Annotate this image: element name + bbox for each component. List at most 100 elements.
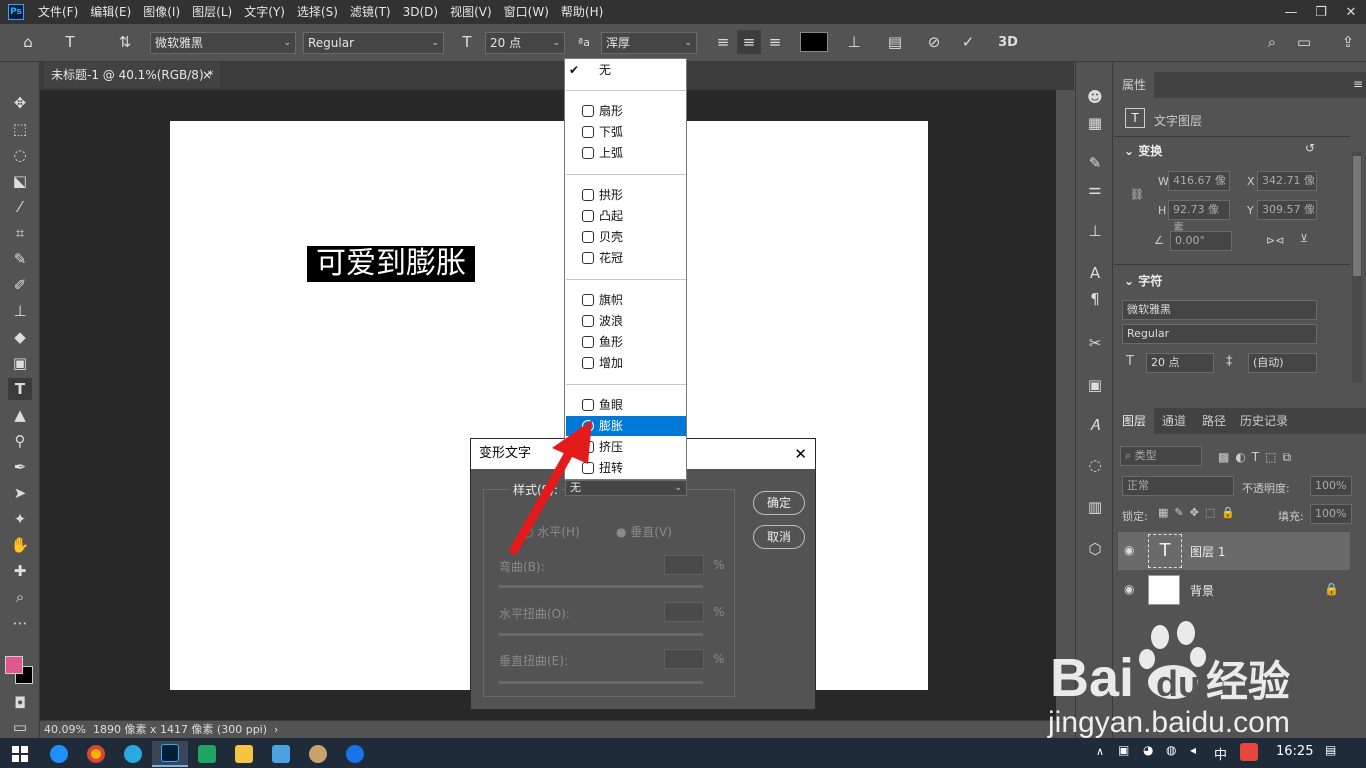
character-panel-icon[interactable]: ▤	[883, 30, 907, 54]
object-select-tool-icon[interactable]: ⬕	[8, 170, 32, 192]
dialog-close-icon[interactable]: ✕	[794, 439, 807, 469]
close-tab-icon[interactable]: ×	[202, 62, 212, 88]
wps-icon[interactable]	[189, 741, 225, 767]
leading-field[interactable]: (自动)	[1248, 353, 1317, 373]
type-tool-icon[interactable]: T	[8, 378, 32, 400]
v-distort-field[interactable]	[664, 649, 704, 669]
x-field[interactable]: 342.71 像	[1257, 171, 1317, 191]
screen-mode-icon[interactable]: ▭	[8, 716, 32, 738]
menu-help[interactable]: 帮助(H)	[555, 0, 609, 24]
marquee-tool-icon[interactable]: ⬚	[8, 118, 32, 140]
blur-tool-icon[interactable]: ⚲	[8, 430, 32, 452]
menu-layer[interactable]: 图层(L)	[186, 0, 238, 24]
align-center-icon[interactable]: ≡	[737, 30, 761, 54]
crop-tool-icon[interactable]: ⌗	[8, 222, 32, 244]
navigator-icon[interactable]: ▣	[1083, 374, 1107, 396]
3d-icon[interactable]: 3D	[996, 30, 1020, 54]
paragraph-icon[interactable]: ¶	[1083, 288, 1107, 310]
style-option-arc-upper[interactable]: 上弧	[566, 143, 686, 163]
stamp-tool-icon[interactable]: ⊥	[8, 300, 32, 322]
style-option-arc-lower[interactable]: 下弧	[566, 122, 686, 142]
menu-view[interactable]: 视图(V)	[444, 0, 498, 24]
ime-indicator[interactable]: 中	[1214, 744, 1227, 763]
tab-channels[interactable]: 通道	[1154, 408, 1194, 434]
ie-icon[interactable]	[41, 741, 77, 767]
style-option-flag[interactable]: 旗帜	[566, 290, 686, 310]
char-size-field[interactable]: 20 点	[1146, 353, 1214, 373]
path-select-tool-icon[interactable]: ➤	[8, 482, 32, 504]
panel-menu-icon[interactable]: ≡	[1346, 72, 1366, 96]
style-option-bulge[interactable]: 凸起	[566, 206, 686, 226]
windows-start-icon[interactable]	[2, 741, 38, 767]
menu-file[interactable]: 文件(F)	[32, 0, 84, 24]
blend-mode-select[interactable]: 正常	[1122, 476, 1234, 496]
angle-field[interactable]: 0.00°	[1170, 231, 1232, 251]
menu-window[interactable]: 窗口(W)	[498, 0, 555, 24]
layer-row-background[interactable]: ◉ 背景 🔒	[1118, 572, 1350, 608]
network-icon[interactable]: ◍	[1166, 743, 1176, 757]
cancel-button[interactable]: 取消	[753, 525, 805, 549]
bend-field[interactable]	[664, 555, 704, 575]
opacity-field[interactable]: 100%	[1310, 476, 1352, 496]
visibility-eye-icon[interactable]: ◉	[1124, 582, 1134, 596]
libraries-icon[interactable]: ▦	[1083, 112, 1107, 134]
brush-tool-icon[interactable]: ✐	[8, 274, 32, 296]
char-font-family[interactable]: 微软雅黑	[1122, 300, 1317, 320]
adjustments-icon[interactable]: ⚌	[1083, 178, 1107, 200]
notification-icon[interactable]: ▤	[1325, 743, 1336, 757]
brushes-icon[interactable]: ✎	[1083, 152, 1107, 174]
tab-history[interactable]: 历史记录	[1232, 408, 1296, 434]
character-header[interactable]: ⌄ 字符	[1124, 272, 1162, 289]
style-option-none[interactable]: ✔ 无	[566, 60, 686, 80]
ok-button[interactable]: 确定	[753, 491, 805, 515]
photoshop-taskbar-icon[interactable]	[152, 741, 188, 767]
style-option-fish[interactable]: 鱼形	[566, 332, 686, 352]
eraser-tool-icon[interactable]: ◆	[8, 326, 32, 348]
hand-tool-icon[interactable]: ✋	[8, 534, 32, 556]
vertical-radio[interactable]: ● 垂直(V)	[616, 523, 672, 540]
minimize-icon[interactable]: —	[1276, 0, 1306, 24]
pen-tool-icon[interactable]: ✒	[8, 456, 32, 478]
commit-icon[interactable]: ✓	[956, 30, 980, 54]
app-icon[interactable]	[263, 741, 299, 767]
close-icon[interactable]: ✕	[1336, 0, 1366, 24]
layer-filter-icons[interactable]: ▩◐T⬚⧉	[1218, 450, 1297, 465]
fill-field[interactable]: 100%	[1310, 504, 1352, 524]
font-size-select[interactable]: 20 点 ⌄	[485, 32, 565, 54]
layer-name[interactable]: 图层 1	[1190, 543, 1225, 560]
style-option-shell-lower[interactable]: 贝壳	[566, 227, 686, 247]
shape-tool-icon[interactable]: ▲	[8, 404, 32, 426]
tool-presets-icon[interactable]: ✂	[1083, 332, 1107, 354]
tray-app-icon[interactable]: ▣	[1118, 743, 1129, 757]
gradient-tool-icon[interactable]: ▣	[8, 352, 32, 374]
media-player-icon[interactable]	[337, 741, 373, 767]
move-tool-icon[interactable]: ✥	[8, 92, 32, 114]
v-distort-slider[interactable]	[499, 681, 703, 684]
zoom-level[interactable]: 40.09%	[44, 723, 86, 736]
tray-chevron-icon[interactable]: ∧	[1096, 745, 1104, 758]
style-option-fisheye[interactable]: 鱼眼	[566, 395, 686, 415]
browser-icon[interactable]	[115, 741, 151, 767]
link-icon[interactable]: ⛓	[1130, 188, 1144, 201]
lock-icons[interactable]: ▦✎✥⬚🔒	[1158, 506, 1241, 519]
tool-app-icon[interactable]	[300, 741, 336, 767]
y-field[interactable]: 309.57 像	[1257, 200, 1317, 220]
tab-properties[interactable]: 属性	[1114, 72, 1155, 98]
layer-filter-select[interactable]: ⌕ 类型	[1120, 446, 1202, 466]
home-icon[interactable]: ⌂	[16, 30, 40, 54]
file-explorer-icon[interactable]	[226, 741, 262, 767]
align-right-icon[interactable]: ≡	[763, 30, 787, 54]
tab-paths[interactable]: 路径	[1194, 408, 1234, 434]
style-option-arc[interactable]: 扇形	[566, 101, 686, 121]
learn-icon[interactable]: ☻	[1083, 86, 1107, 108]
font-family-select[interactable]: 微软雅黑 ⌄	[150, 32, 296, 54]
chrome-icon[interactable]	[78, 741, 114, 767]
text-color-swatch[interactable]	[800, 32, 828, 52]
volume-icon[interactable]: ◂	[1190, 743, 1196, 757]
width-field[interactable]: 416.67 像	[1168, 171, 1230, 191]
3d-panel-icon[interactable]: ⬡	[1083, 538, 1107, 560]
lasso-tool-icon[interactable]: ◌	[8, 144, 32, 166]
toggle-text-orientation-icon[interactable]: ⇅	[113, 30, 137, 54]
flip-horizontal-icon[interactable]: ⊳⊲	[1266, 234, 1284, 247]
custom-shape-tool-icon[interactable]: ✦	[8, 508, 32, 530]
